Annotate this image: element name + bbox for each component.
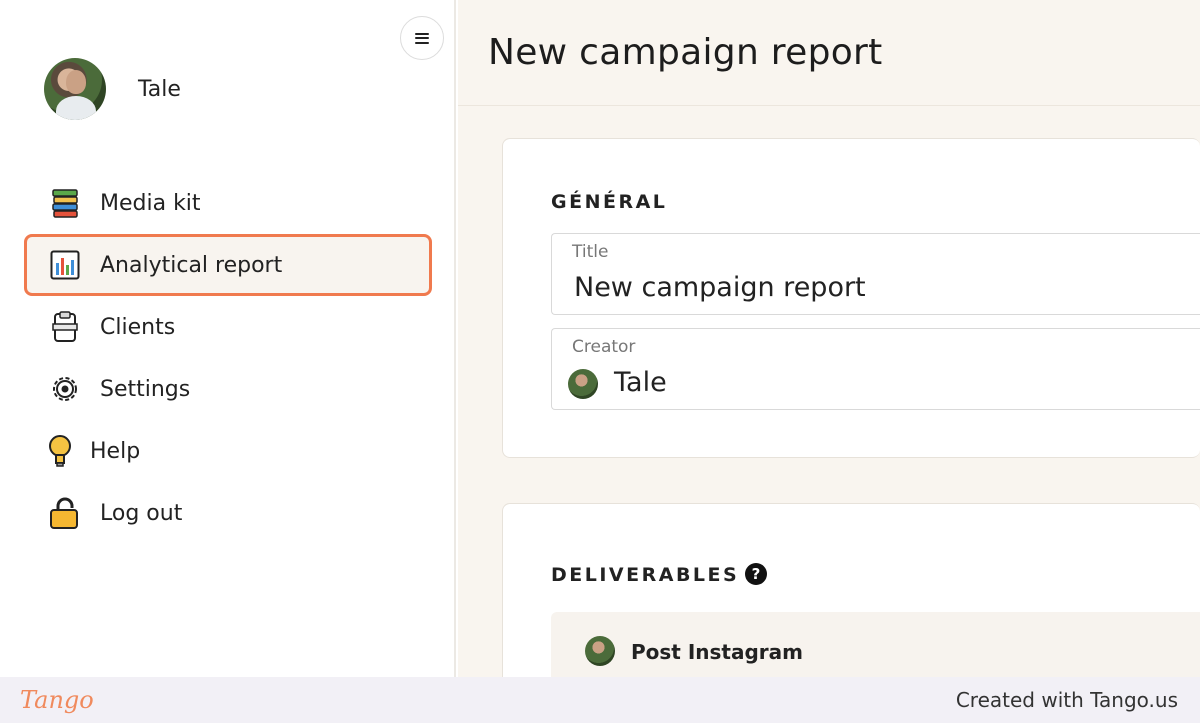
sidebar-item-log-out[interactable]: Log out <box>24 482 432 544</box>
avatar <box>44 58 106 120</box>
tango-logo: Tango <box>20 686 94 714</box>
sidebar-item-label: Media kit <box>100 190 201 216</box>
avatar <box>568 369 598 399</box>
page-title: New campaign report <box>488 32 883 73</box>
creator-field-value[interactable]: Tale <box>614 367 667 398</box>
title-field-label: Title <box>572 242 609 262</box>
user-name: Tale <box>138 76 181 102</box>
sidebar-item-settings[interactable]: Settings <box>24 358 432 420</box>
gear-icon <box>48 372 82 406</box>
hamburger-icon <box>415 32 429 44</box>
title-field[interactable]: Title New campaign report <box>551 233 1200 315</box>
sidebar-nav: Media kit Analytical report Clients Sett… <box>24 172 432 544</box>
user-profile[interactable]: Tale <box>44 58 181 120</box>
sidebar-item-label: Clients <box>100 314 176 340</box>
menu-toggle-button[interactable] <box>400 16 444 60</box>
lightbulb-icon <box>48 434 72 468</box>
sidebar-item-label: Log out <box>100 500 183 526</box>
sidebar-item-label: Help <box>90 438 141 464</box>
deliverables-card: DELIVERABLES ? Post Instagram <box>502 503 1200 704</box>
page-header: New campaign report <box>458 0 1200 106</box>
sidebar-item-media-kit[interactable]: Media kit <box>24 172 432 234</box>
main-content: New campaign report GÉNÉRAL Title New ca… <box>458 0 1200 704</box>
sidebar-item-help[interactable]: Help <box>24 420 432 482</box>
creator-field-label: Creator <box>572 337 636 357</box>
sidebar-item-clients[interactable]: Clients <box>24 296 432 358</box>
sidebar-item-label: Analytical report <box>100 252 283 278</box>
creator-field[interactable]: Creator Tale <box>551 328 1200 410</box>
general-section-label: GÉNÉRAL <box>551 191 668 213</box>
title-field-value[interactable]: New campaign report <box>574 272 866 303</box>
footer-bar: Tango Created with Tango.us <box>0 677 1200 723</box>
sidebar: Tale Media kit Analytical report Clients… <box>0 0 456 677</box>
clipboard-icon <box>48 310 82 344</box>
deliverable-name: Post Instagram <box>631 640 803 664</box>
avatar <box>585 636 615 666</box>
padlock-icon <box>48 496 82 530</box>
sidebar-item-label: Settings <box>100 376 191 402</box>
sidebar-item-analytical-report[interactable]: Analytical report <box>24 234 432 296</box>
bar-chart-icon <box>48 248 82 282</box>
help-icon[interactable]: ? <box>745 563 767 585</box>
books-icon <box>48 186 82 220</box>
deliverables-section-label: DELIVERABLES <box>551 564 740 586</box>
general-card: GÉNÉRAL Title New campaign report Creato… <box>502 138 1200 458</box>
created-with-credit: Created with Tango.us <box>955 688 1178 712</box>
